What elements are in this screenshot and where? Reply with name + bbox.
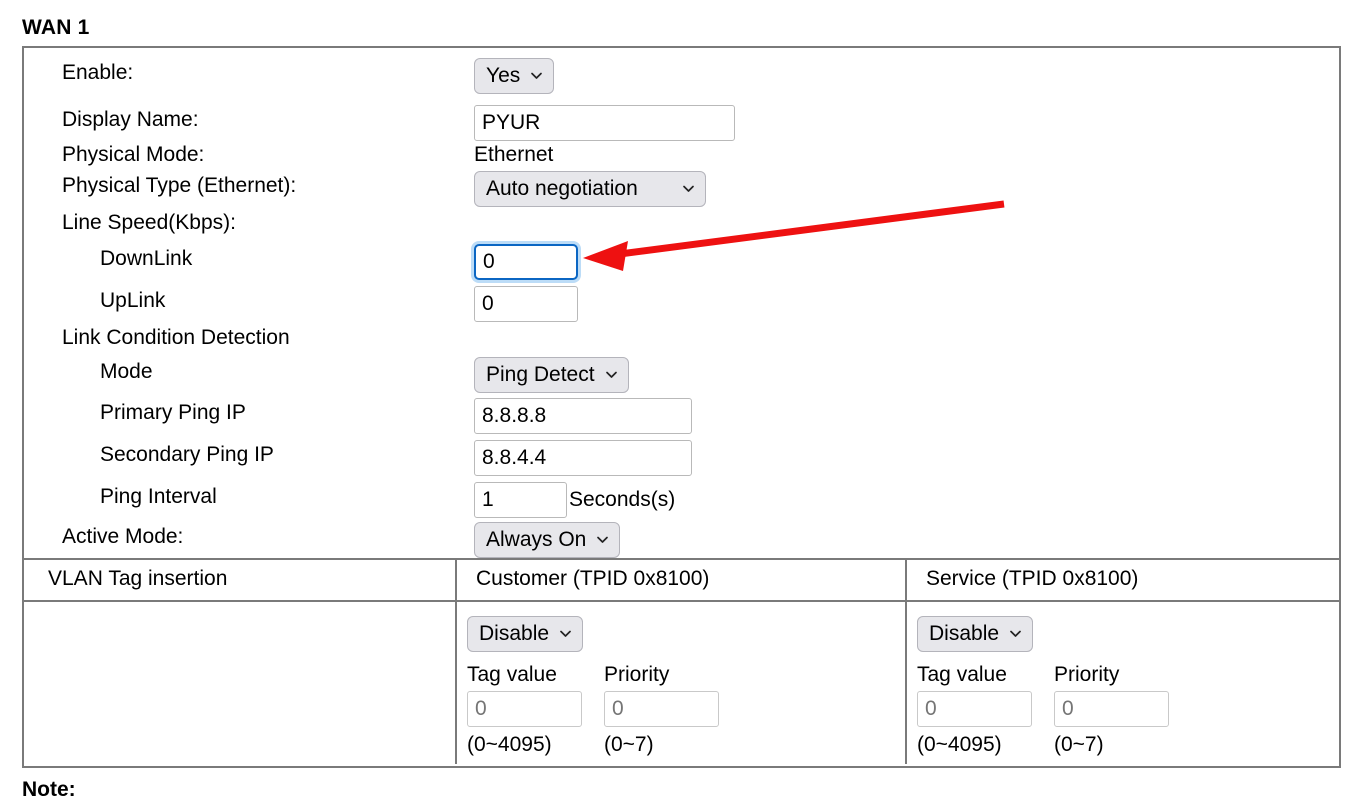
wan-config-page: WAN 1 Enable: Yes Display Name: PYUR Phy…: [0, 0, 1363, 801]
vlan-customer-header: Customer (TPID 0x8100): [476, 567, 710, 590]
wan-settings-section: Enable: Yes Display Name: PYUR Physical …: [24, 48, 1339, 560]
vlan-service-mode-select[interactable]: Disable: [917, 616, 1169, 661]
row-downlink: DownLink: [24, 244, 1339, 280]
label-line-speed: Line Speed(Kbps):: [62, 211, 236, 234]
vlan-customer-priority-range: (0~7): [604, 733, 654, 756]
vlan-customer-priority-input[interactable]: [604, 691, 719, 727]
vlan-service-priority-range: (0~7): [1054, 733, 1104, 756]
vlan-customer-column: Disable Tag value (0~4095): [467, 616, 719, 760]
vlan-service-column: Disable Tag value (0~4095): [917, 616, 1169, 760]
vlan-customer-priority-cell: Priority (0~7): [604, 661, 719, 760]
row-line-speed: Line Speed(Kbps):: [24, 208, 1339, 244]
ping-interval-input[interactable]: [474, 482, 567, 518]
vlan-customer-tag-value-label: Tag value: [467, 663, 557, 686]
primary-ping-ip-input[interactable]: [474, 398, 692, 434]
label-downlink: DownLink: [100, 247, 193, 270]
vlan-customer-tag-value-cell: Tag value (0~4095): [467, 661, 582, 760]
label-display-name: Display Name:: [62, 108, 199, 131]
label-enable: Enable:: [62, 61, 134, 84]
vlan-service-priority-label: Priority: [1054, 663, 1120, 686]
display-name-input[interactable]: [474, 105, 735, 141]
vlan-header-row: VLAN Tag insertion Customer (TPID 0x8100…: [24, 560, 1339, 602]
vlan-customer-mode-value: Disable: [479, 622, 550, 645]
vlan-service-priority-input[interactable]: [1054, 691, 1169, 727]
vlan-customer-mode-select[interactable]: Disable: [467, 616, 719, 661]
row-enable: Enable: Yes: [24, 58, 1339, 94]
vlan-divider-2: [905, 602, 907, 764]
active-mode-select[interactable]: Always On: [474, 522, 621, 558]
vlan-row-label: VLAN Tag insertion: [48, 567, 228, 590]
downlink-input[interactable]: [474, 244, 578, 280]
row-secondary-ping-ip: Secondary Ping IP: [24, 440, 1339, 476]
chevron-down-icon: [596, 533, 609, 546]
chevron-down-icon: [605, 368, 618, 381]
row-mode: Mode Ping Detect: [24, 357, 1339, 393]
label-active-mode: Active Mode:: [62, 525, 184, 548]
label-mode: Mode: [100, 360, 153, 383]
ping-interval-unit: Seconds(s): [569, 488, 676, 511]
note-label: Note:: [22, 778, 76, 801]
physical-type-select-value: Auto negotiation: [486, 177, 638, 200]
active-mode-select-value: Always On: [486, 528, 587, 551]
row-active-mode: Active Mode: Always On: [24, 522, 1339, 558]
vlan-divider-1: [455, 602, 457, 764]
row-physical-type: Physical Type (Ethernet): Auto negotiati…: [24, 171, 1339, 207]
row-uplink: UpLink: [24, 286, 1339, 322]
label-uplink: UpLink: [100, 289, 166, 312]
chevron-down-icon: [530, 69, 543, 82]
vlan-service-priority-cell: Priority (0~7): [1054, 661, 1169, 760]
vlan-customer-priority-label: Priority: [604, 663, 670, 686]
enable-select-value: Yes: [486, 64, 521, 87]
label-secondary-ping-ip: Secondary Ping IP: [100, 443, 274, 466]
label-physical-type: Physical Type (Ethernet):: [62, 174, 297, 197]
physical-mode-value: Ethernet: [474, 143, 554, 166]
vlan-divider-2: [905, 560, 907, 600]
vlan-divider-1: [455, 560, 457, 600]
vlan-service-tag-value-cell: Tag value (0~4095): [917, 661, 1032, 760]
label-physical-mode: Physical Mode:: [62, 143, 205, 166]
vlan-section: VLAN Tag insertion Customer (TPID 0x8100…: [24, 560, 1339, 766]
physical-type-select[interactable]: Auto negotiation: [474, 171, 706, 207]
page-title: WAN 1: [22, 16, 90, 39]
mode-select-value: Ping Detect: [486, 363, 595, 386]
vlan-body-row: Disable Tag value (0~4095): [24, 602, 1339, 764]
vlan-service-tag-value-label: Tag value: [917, 663, 1007, 686]
secondary-ping-ip-input[interactable]: [474, 440, 692, 476]
row-ping-interval: Ping Interval Seconds(s): [24, 482, 1339, 518]
enable-select[interactable]: Yes: [474, 58, 555, 94]
mode-select[interactable]: Ping Detect: [474, 357, 629, 393]
label-ping-interval: Ping Interval: [100, 485, 217, 508]
label-primary-ping-ip: Primary Ping IP: [100, 401, 246, 424]
wan-settings-table: Enable: Yes Display Name: PYUR Physical …: [22, 46, 1341, 768]
vlan-service-mode-value: Disable: [929, 622, 1000, 645]
label-link-condition-detection: Link Condition Detection: [62, 326, 290, 349]
chevron-down-icon: [1009, 627, 1022, 640]
vlan-service-tag-value-input[interactable]: [917, 691, 1032, 727]
chevron-down-icon: [682, 182, 695, 195]
row-link-condition-detection: Link Condition Detection: [24, 323, 1339, 359]
row-primary-ping-ip: Primary Ping IP: [24, 398, 1339, 434]
vlan-service-tag-value-range: (0~4095): [917, 733, 1002, 756]
vlan-customer-tag-value-range: (0~4095): [467, 733, 552, 756]
vlan-service-header: Service (TPID 0x8100): [926, 567, 1139, 590]
chevron-down-icon: [559, 627, 572, 640]
uplink-input[interactable]: [474, 286, 578, 322]
row-display-name: Display Name:: [24, 105, 1339, 141]
vlan-customer-tag-value-input[interactable]: [467, 691, 582, 727]
